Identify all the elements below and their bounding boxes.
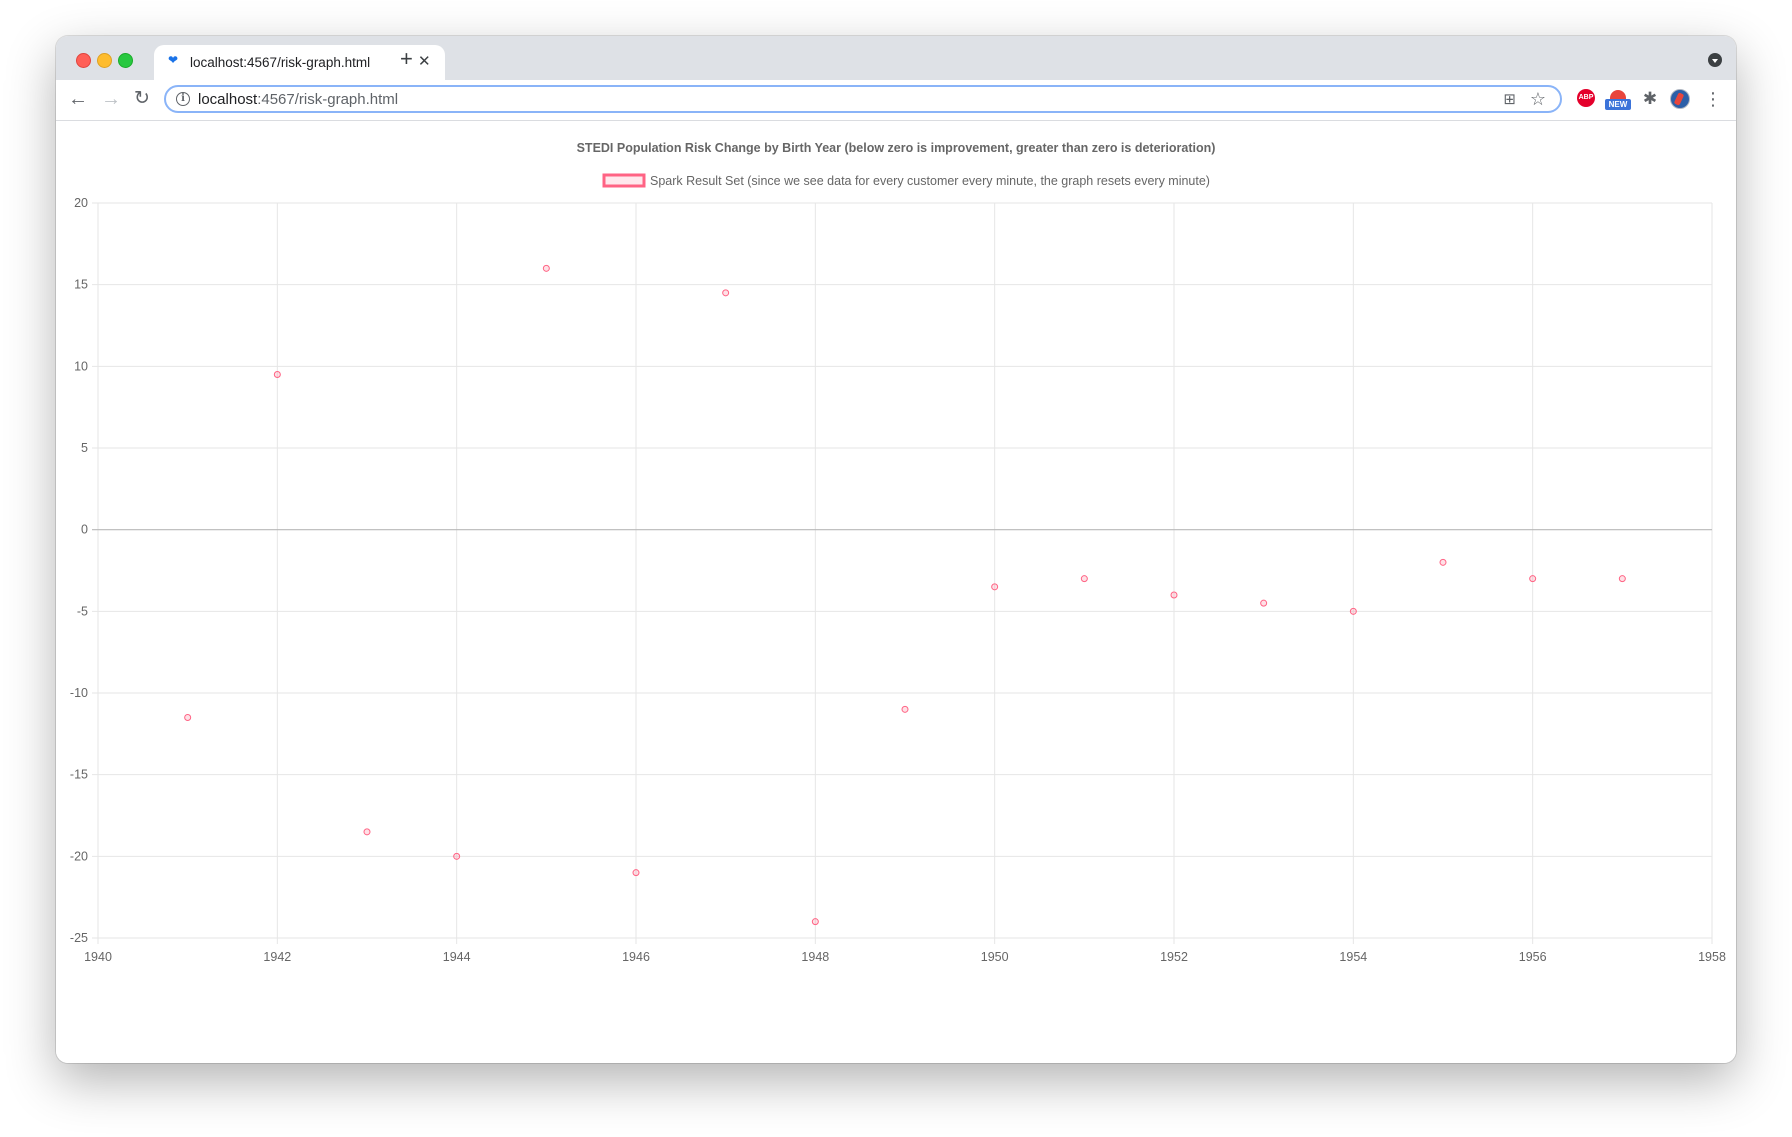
reload-icon[interactable]: ↻ xyxy=(134,88,150,110)
y-tick-label: 0 xyxy=(81,523,88,537)
y-tick-label: 10 xyxy=(74,359,88,373)
chart-grid xyxy=(92,202,1713,944)
data-point xyxy=(1170,591,1178,599)
adblock-extension-icon[interactable]: ABP xyxy=(1577,89,1595,107)
y-tick-label: -10 xyxy=(70,686,88,700)
data-point xyxy=(1439,558,1447,566)
y-tick-label: -15 xyxy=(70,768,88,782)
minimize-window-button[interactable] xyxy=(97,53,112,68)
url-host: localhost xyxy=(198,91,258,108)
back-arrow-icon[interactable]: ← xyxy=(68,88,88,110)
x-tick-label: 1944 xyxy=(443,950,471,964)
data-point xyxy=(1080,575,1088,583)
new-tab-button[interactable]: + xyxy=(400,48,413,70)
chart-ticks: 20 15 10 5 0 -5 -10 -15 -20 -25 1940 1942 1944 1946 19… xyxy=(70,196,1726,964)
data-point xyxy=(184,714,192,721)
tab-title: localhost:4567/risk-graph.html xyxy=(190,55,371,70)
data-point xyxy=(1618,575,1626,583)
data-point xyxy=(453,852,461,860)
chart-legend[interactable]: Spark Result Set (since we see data for … xyxy=(602,173,1210,188)
data-point xyxy=(811,918,819,926)
heart-icon: ❤ xyxy=(168,53,179,67)
data-point xyxy=(542,264,550,272)
url-path: :4567/risk-graph.html xyxy=(257,91,399,108)
page-content: STEDI Population Risk Change by Birth Ye… xyxy=(56,121,1736,1063)
close-window-button[interactable] xyxy=(76,53,91,68)
y-tick-label: -25 xyxy=(70,931,88,945)
data-point xyxy=(1260,599,1268,607)
x-tick-label: 1942 xyxy=(263,950,291,964)
tab-close-icon[interactable]: ✕ xyxy=(418,53,431,71)
bookmark-star-icon[interactable]: ☆ xyxy=(1530,89,1546,109)
x-tick-label: 1956 xyxy=(1519,950,1547,964)
x-tick-label: 1952 xyxy=(1160,950,1188,964)
x-tick-label: 1946 xyxy=(622,950,650,964)
legend-label: Spark Result Set (since we see data for … xyxy=(650,174,1210,188)
data-point xyxy=(1529,575,1537,583)
x-tick-label: 1958 xyxy=(1698,950,1726,964)
data-point xyxy=(901,705,909,713)
y-tick-label: -5 xyxy=(77,604,88,618)
chart-title: STEDI Population Risk Change by Birth Ye… xyxy=(577,141,1216,155)
data-point xyxy=(632,869,640,877)
y-tick-label: 20 xyxy=(74,196,88,210)
y-tick-label: 5 xyxy=(81,441,88,455)
new-badge: NEW xyxy=(1605,99,1631,110)
y-tick-label: -20 xyxy=(70,849,88,863)
data-point xyxy=(273,371,281,378)
browser-toolbar: ← → ↻ i localhost:4567/risk-graph.html ⊞… xyxy=(56,80,1736,121)
profile-avatar[interactable] xyxy=(1670,89,1690,109)
tab-strip: ❤ localhost:4567/risk-graph.html ✕ + xyxy=(56,36,1736,80)
new-extension-icon[interactable]: NEW xyxy=(1605,90,1631,110)
x-tick-label: 1948 xyxy=(801,950,829,964)
extension-cap-shape xyxy=(1610,90,1626,99)
forward-arrow-icon[interactable]: → xyxy=(101,88,121,110)
y-tick-label: 15 xyxy=(74,278,88,292)
data-point xyxy=(991,583,999,591)
site-info-icon[interactable]: i xyxy=(176,92,190,106)
chart-points xyxy=(184,264,1626,926)
url-text[interactable]: localhost:4567/risk-graph.html xyxy=(198,91,398,109)
extensions-puzzle-icon[interactable]: ✱ xyxy=(1640,89,1660,109)
browser-window: ❤ localhost:4567/risk-graph.html ✕ + ← →… xyxy=(56,36,1736,1063)
data-point xyxy=(1349,607,1357,615)
data-point xyxy=(722,289,730,297)
browser-menu-icon[interactable]: ⋮ xyxy=(1704,89,1722,109)
maximize-window-button[interactable] xyxy=(118,53,133,68)
qr-code-icon[interactable]: ⊞ xyxy=(1503,91,1516,109)
x-tick-label: 1954 xyxy=(1339,950,1367,964)
tab-search-icon[interactable] xyxy=(1708,53,1722,67)
legend-swatch xyxy=(602,173,646,188)
address-bar[interactable]: i localhost:4567/risk-graph.html ⊞ ☆ xyxy=(164,85,1562,113)
x-tick-label: 1940 xyxy=(84,950,112,964)
risk-scatter-chart: STEDI Population Risk Change by Birth Ye… xyxy=(70,141,1726,964)
x-tick-label: 1950 xyxy=(981,950,1009,964)
data-point xyxy=(363,828,371,836)
